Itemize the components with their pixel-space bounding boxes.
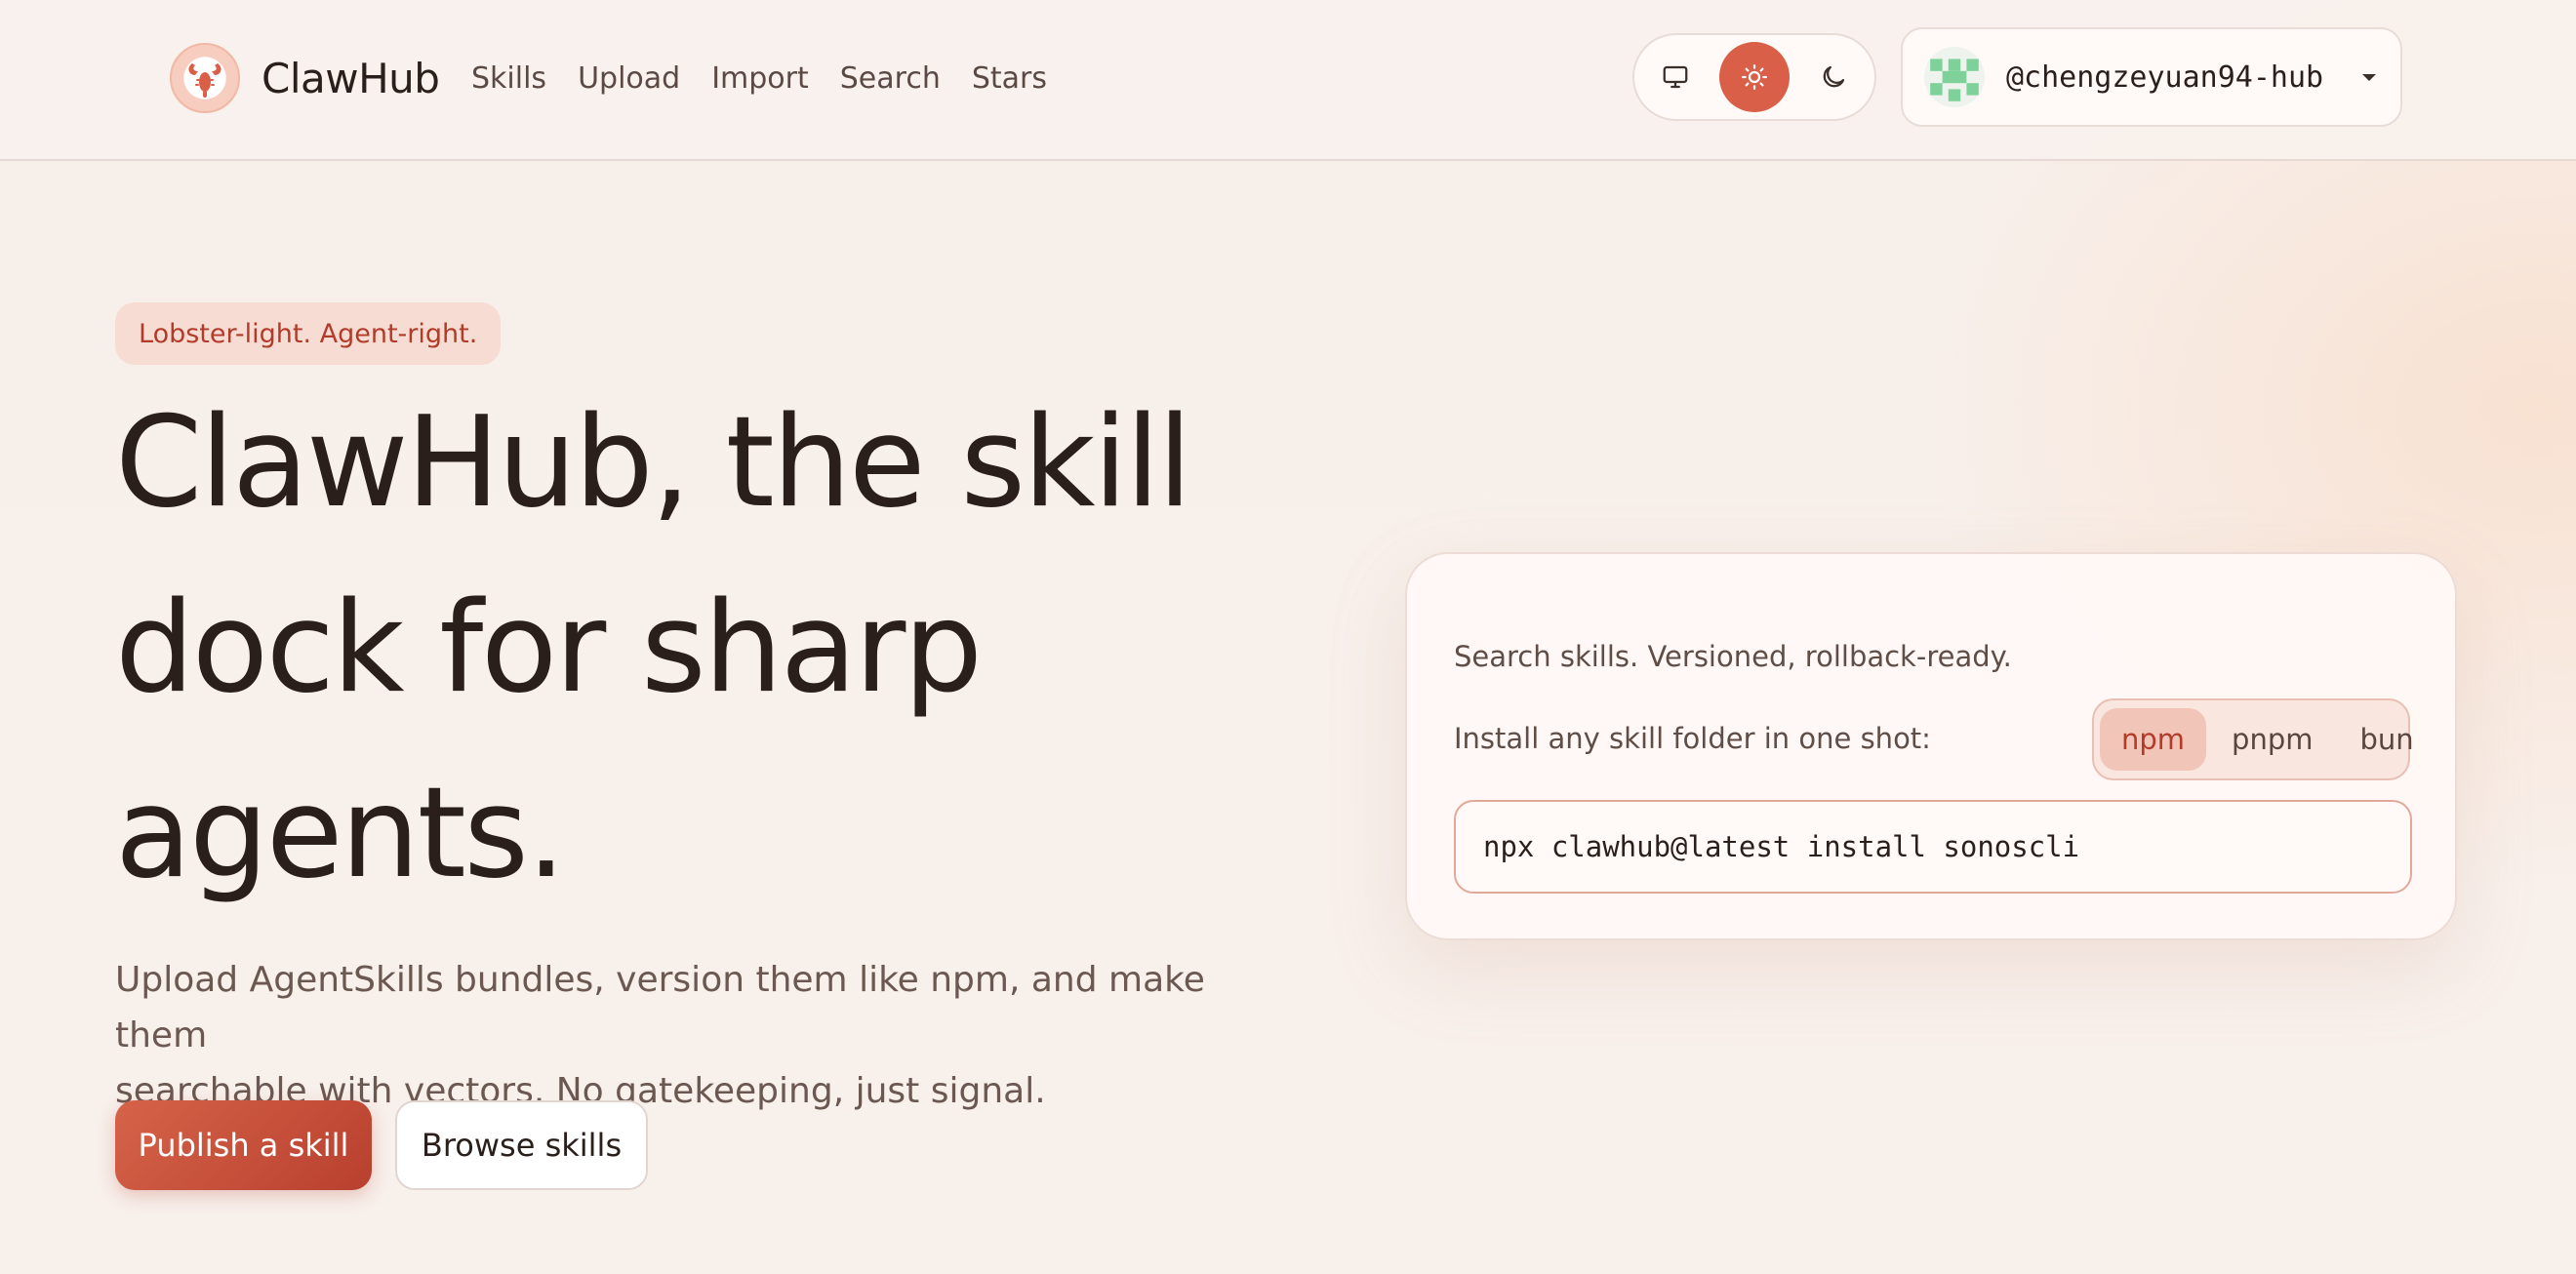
user-menu-button[interactable]: @chengzeyuan94-hub (1901, 27, 2402, 127)
hero-title: ClawHub, the skill dock for sharp agents… (115, 371, 1286, 927)
nav-import[interactable]: Import (711, 61, 809, 96)
pm-option-npm[interactable]: npm (2100, 708, 2207, 771)
brand[interactable]: ClawHub (170, 43, 440, 113)
browse-skills-button[interactable]: Browse skills (395, 1100, 648, 1190)
theme-dark-button[interactable] (1798, 42, 1869, 112)
nav-stars[interactable]: Stars (972, 61, 1047, 96)
theme-switcher (1632, 33, 1876, 121)
nav-search[interactable]: Search (840, 61, 941, 96)
hero-title-line: agents. (115, 761, 566, 906)
moon-icon (1823, 65, 1845, 88)
install-row-label: Install any skill folder in one shot: (1454, 722, 1931, 755)
hero-actions: Publish a skill Browse skills (115, 1100, 648, 1190)
sun-icon (1742, 64, 1767, 90)
caret-down-icon (2362, 74, 2376, 81)
monitor-icon (1663, 65, 1688, 89)
package-manager-switch: npm pnpm bun (2092, 698, 2414, 780)
nav-upload[interactable]: Upload (578, 61, 680, 96)
hero-title-line: ClawHub, the skill (115, 390, 1192, 536)
brand-name[interactable]: ClawHub (262, 55, 440, 102)
pm-option-bun[interactable]: bun (2339, 708, 2435, 771)
theme-light-button[interactable] (1719, 42, 1790, 112)
top-header: ClawHub Skills Upload Import Search Star… (0, 0, 2576, 161)
pm-option-pnpm[interactable]: pnpm (2210, 708, 2334, 771)
username: @chengzeyuan94-hub (2006, 60, 2324, 95)
identicon-avatar (1924, 47, 1985, 107)
install-card-lead: Search skills. Versioned, rollback-ready… (1454, 640, 2012, 673)
hero-title-line: dock for sharp (115, 576, 983, 721)
theme-system-button[interactable] (1640, 42, 1711, 112)
tagline-badge: Lobster-light. Agent-right. (115, 302, 502, 365)
install-command-box[interactable]: npx clawhub@latest install sonoscli (1454, 800, 2412, 894)
publish-skill-button[interactable]: Publish a skill (115, 1100, 372, 1190)
avatar (1924, 47, 1985, 107)
install-card: Search skills. Versioned, rollback-ready… (1405, 552, 2457, 940)
install-command[interactable]: npx clawhub@latest install sonoscli (1483, 830, 2079, 863)
hero-subtitle: Upload AgentSkills bundles, version them… (115, 952, 1247, 1119)
main-nav: Skills Upload Import Search Stars (471, 55, 1047, 101)
hero-subtitle-line: Upload AgentSkills bundles, version them… (115, 960, 1205, 1055)
lobster-icon[interactable] (170, 43, 240, 113)
nav-skills[interactable]: Skills (471, 61, 546, 96)
